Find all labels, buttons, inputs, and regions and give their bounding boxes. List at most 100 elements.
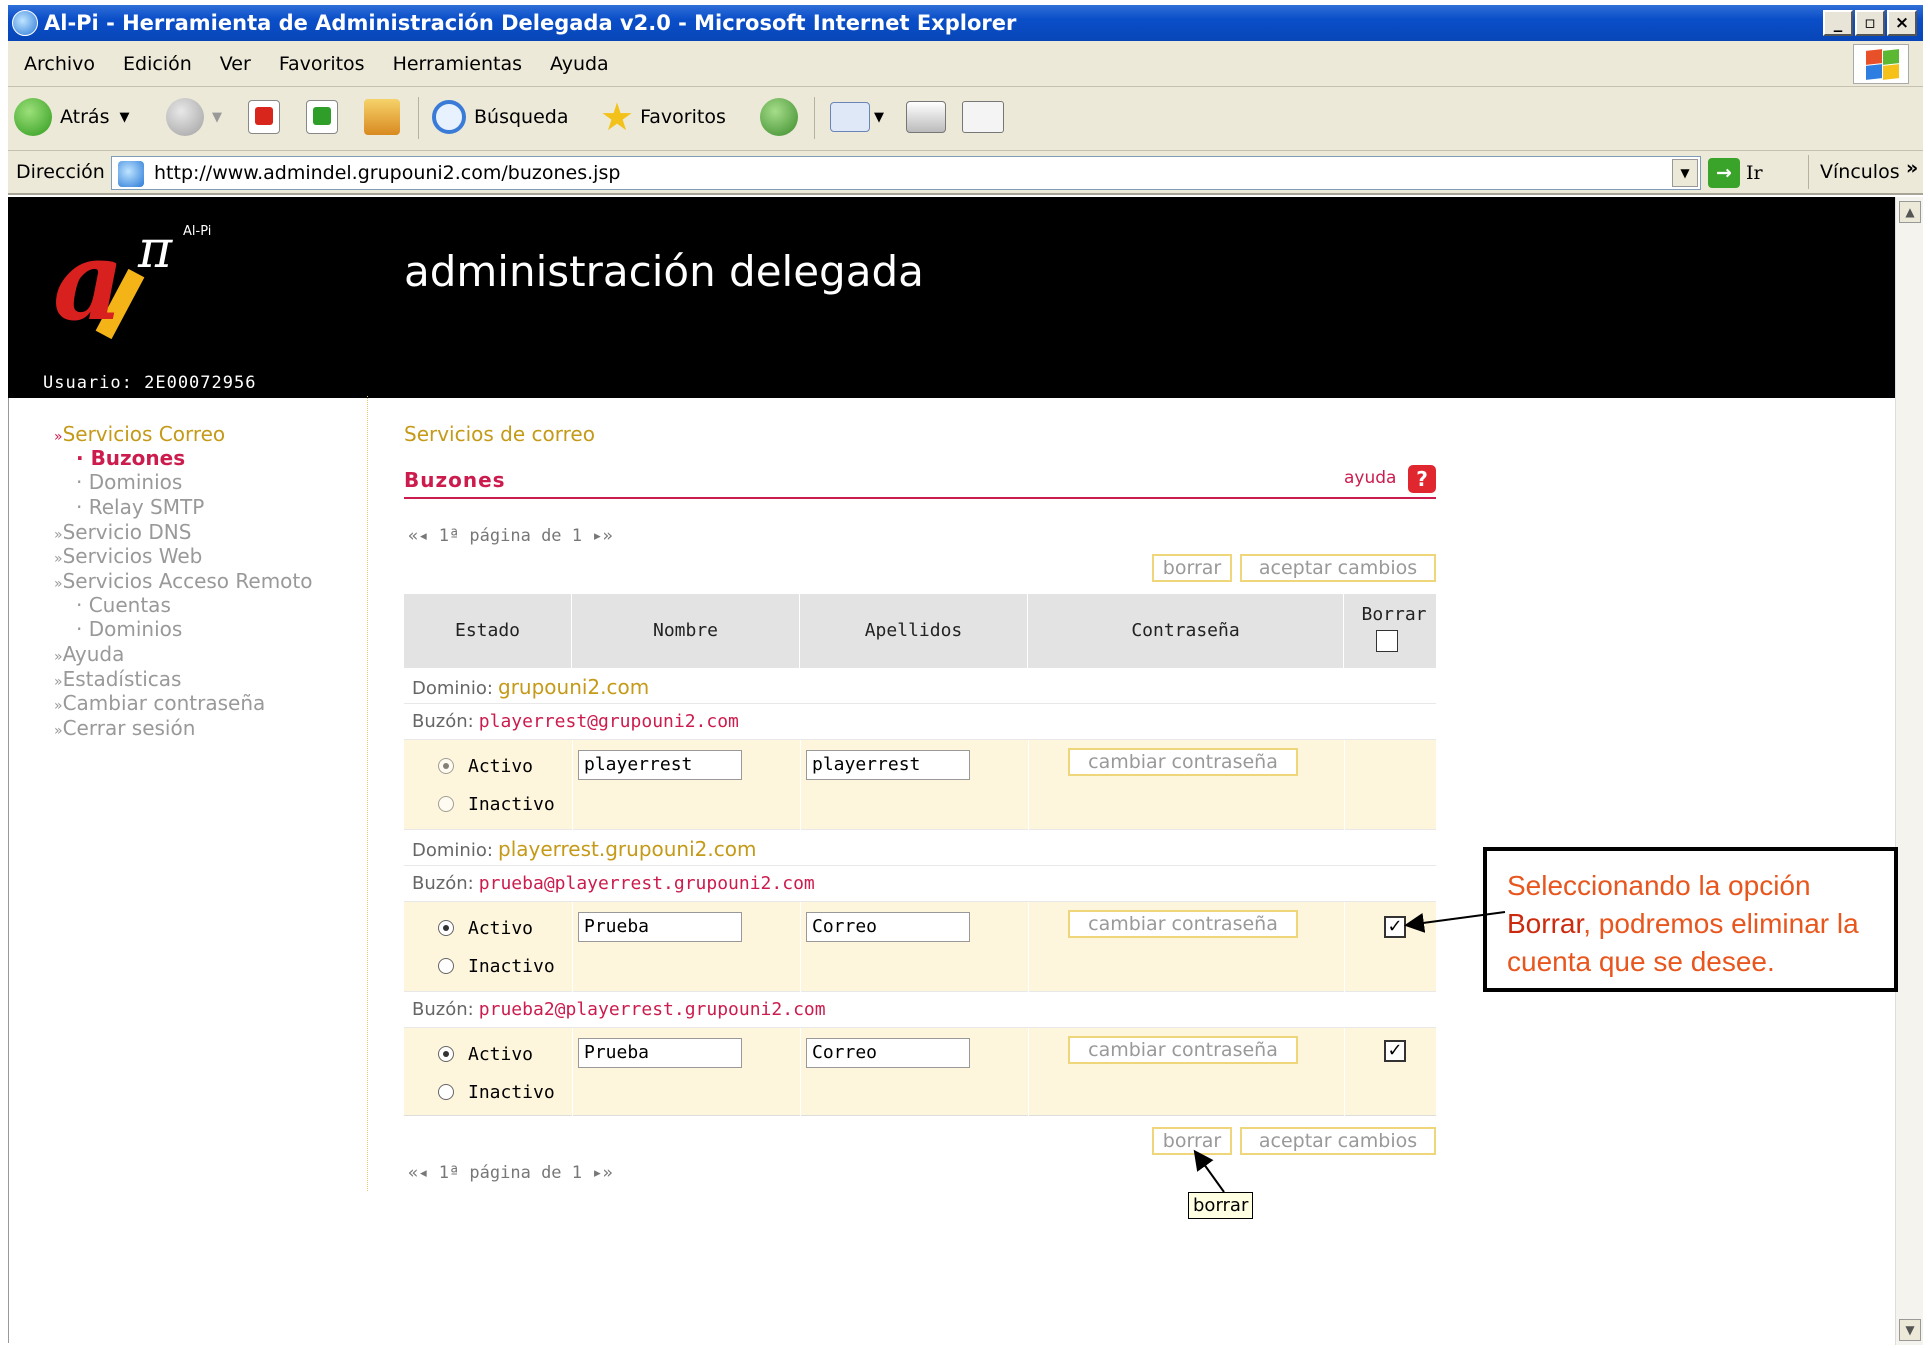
menu-ayuda[interactable]: Ayuda bbox=[550, 53, 609, 75]
home-button[interactable] bbox=[364, 97, 400, 137]
svg-text:a: a bbox=[53, 219, 124, 344]
forward-button[interactable]: ▼ bbox=[166, 97, 222, 137]
minimize-button[interactable]: _ bbox=[1823, 10, 1853, 36]
change-password-button[interactable]: cambiar contraseña bbox=[1068, 748, 1298, 776]
back-button[interactable]: Atrás ▼ bbox=[14, 97, 129, 137]
apellidos-input[interactable]: playerrest bbox=[806, 750, 970, 780]
accept-changes-button-top[interactable]: aceptar cambios bbox=[1240, 554, 1436, 582]
go-button[interactable]: → Ir bbox=[1708, 158, 1763, 188]
delete-checkbox[interactable]: ✓ bbox=[1384, 1040, 1406, 1062]
delete-checkbox[interactable]: ✓ bbox=[1384, 916, 1406, 938]
radio-inactivo[interactable] bbox=[438, 1084, 454, 1100]
change-password-button[interactable]: cambiar contraseña bbox=[1068, 910, 1298, 938]
sidebar-item-dominios[interactable]: · Dominios bbox=[76, 470, 182, 494]
help-icon[interactable]: ? bbox=[1408, 465, 1436, 493]
mail-button[interactable]: ▼ bbox=[830, 97, 884, 137]
prev-page-icon[interactable]: «◂ bbox=[408, 1163, 439, 1183]
sidebar-item-dominios-remoto[interactable]: · Dominios bbox=[76, 617, 182, 641]
scroll-up-icon[interactable]: ▲ bbox=[1899, 201, 1921, 223]
menu-favoritos[interactable]: Favoritos bbox=[279, 53, 365, 75]
stop-icon bbox=[248, 100, 280, 134]
sidebar-item-buzones[interactable]: · Buzones bbox=[76, 446, 185, 470]
mail-icon bbox=[830, 102, 870, 132]
chevron-right-icon[interactable]: » bbox=[1906, 157, 1918, 179]
window-title: Al-Pi - Herramienta de Administración De… bbox=[44, 11, 1017, 35]
radio-inactivo-label: Inactivo bbox=[468, 1082, 555, 1103]
links-label[interactable]: Vínculos bbox=[1820, 161, 1900, 183]
select-all-checkbox[interactable] bbox=[1376, 630, 1398, 652]
header-banner: a π Al-Pi administración delegada Usuari… bbox=[8, 197, 1896, 398]
edit-page-icon bbox=[962, 101, 1004, 133]
menu-archivo[interactable]: Archivo bbox=[24, 53, 95, 75]
history-icon bbox=[760, 98, 798, 136]
url-input[interactable]: http://www.admindel.grupouni2.com/buzone… bbox=[111, 156, 1701, 190]
page-title: administración delegada bbox=[404, 247, 924, 296]
stop-button[interactable] bbox=[248, 97, 280, 137]
next-page-icon[interactable]: ▸» bbox=[582, 526, 612, 546]
radio-inactivo[interactable] bbox=[438, 796, 454, 812]
nombre-input[interactable]: Prueba bbox=[578, 912, 742, 942]
mailbox-detail-row: Activo Inactivo Prueba Correo cambiar co… bbox=[404, 1028, 1436, 1116]
delete-button-top[interactable]: borrar bbox=[1152, 554, 1232, 582]
sidebar-item-cuentas[interactable]: · Cuentas bbox=[76, 593, 171, 617]
window-titlebar: Al-Pi - Herramienta de Administración De… bbox=[8, 5, 1923, 41]
close-button[interactable]: × bbox=[1887, 10, 1917, 36]
page-icon bbox=[118, 161, 144, 187]
menu-herramientas[interactable]: Herramientas bbox=[393, 53, 522, 75]
chevron-down-icon: ▼ bbox=[874, 109, 884, 125]
sidebar-item-servicio-dns[interactable]: »Servicio DNS bbox=[54, 520, 191, 544]
favorites-button[interactable]: ★ Favoritos bbox=[600, 97, 726, 137]
edit-button[interactable] bbox=[962, 97, 1004, 137]
chevron-down-icon: ▼ bbox=[119, 109, 130, 125]
nombre-input[interactable]: playerrest bbox=[578, 750, 742, 780]
delete-button-bottom[interactable]: borrar bbox=[1152, 1127, 1232, 1155]
go-label: Ir bbox=[1746, 162, 1763, 184]
scroll-down-icon[interactable]: ▼ bbox=[1899, 1319, 1921, 1341]
menu-ver[interactable]: Ver bbox=[220, 53, 251, 75]
apellidos-input[interactable]: Correo bbox=[806, 912, 970, 942]
radio-activo[interactable] bbox=[438, 920, 454, 936]
home-icon bbox=[364, 99, 400, 135]
radio-inactivo[interactable] bbox=[438, 958, 454, 974]
sidebar-item-servicios-web[interactable]: »Servicios Web bbox=[54, 544, 202, 568]
mailbox-row: Buzón: prueba@playerrest.grupouni2.com bbox=[404, 866, 1436, 902]
search-icon bbox=[432, 100, 466, 134]
nombre-input[interactable]: Prueba bbox=[578, 1038, 742, 1068]
apellidos-input[interactable]: Correo bbox=[806, 1038, 970, 1068]
radio-activo[interactable] bbox=[438, 758, 454, 774]
mailbox-detail-row: Activo Inactivo playerrest playerrest ca… bbox=[404, 740, 1436, 830]
change-password-button[interactable]: cambiar contraseña bbox=[1068, 1036, 1298, 1064]
search-button[interactable]: Búsqueda bbox=[432, 97, 568, 137]
printer-icon bbox=[906, 101, 946, 133]
address-dropdown-icon[interactable]: ▼ bbox=[1672, 159, 1698, 187]
radio-activo[interactable] bbox=[438, 1046, 454, 1062]
forward-arrow-icon bbox=[166, 98, 204, 136]
sidebar-item-estadisticas[interactable]: »Estadísticas bbox=[54, 667, 181, 691]
accept-changes-button-bottom[interactable]: aceptar cambios bbox=[1240, 1127, 1436, 1155]
sidebar-item-acceso-remoto[interactable]: »Servicios Acceso Remoto bbox=[54, 569, 313, 593]
favorites-label: Favoritos bbox=[640, 106, 726, 128]
print-button[interactable] bbox=[906, 97, 946, 137]
refresh-button[interactable] bbox=[306, 97, 338, 137]
logo-pi: π bbox=[137, 220, 173, 280]
sidebar-item-relay-smtp[interactable]: · Relay SMTP bbox=[76, 495, 204, 519]
radio-inactivo-label: Inactivo bbox=[468, 956, 555, 977]
sidebar-item-cerrar-sesion[interactable]: »Cerrar sesión bbox=[54, 716, 195, 740]
sidebar-item-cambiar-contrasena[interactable]: »Cambiar contraseña bbox=[54, 691, 265, 715]
help-link[interactable]: ayuda bbox=[1344, 468, 1396, 488]
callout-text-bold: Borrar bbox=[1507, 908, 1584, 939]
double-chevron-icon: » bbox=[54, 429, 63, 445]
breadcrumb: Servicios de correo bbox=[404, 422, 595, 446]
history-button[interactable] bbox=[760, 97, 798, 137]
restore-button[interactable]: ▫ bbox=[1855, 10, 1885, 36]
alpi-logo: a π Al-Pi bbox=[53, 219, 211, 344]
radio-activo-label: Activo bbox=[468, 1044, 534, 1065]
url-text: http://www.admindel.grupouni2.com/buzone… bbox=[154, 162, 621, 184]
sidebar-item-servicios-correo[interactable]: »Servicios Correo bbox=[54, 422, 225, 446]
sidebar-item-ayuda[interactable]: »Ayuda bbox=[54, 642, 124, 666]
menu-edicion[interactable]: Edición bbox=[123, 53, 192, 75]
next-page-icon[interactable]: ▸» bbox=[582, 1163, 612, 1183]
vertical-scrollbar[interactable]: ▲ ▼ bbox=[1895, 197, 1923, 1345]
prev-page-icon[interactable]: «◂ bbox=[408, 526, 439, 546]
mailbox-row: Buzón: playerrest@grupouni2.com bbox=[404, 704, 1436, 740]
